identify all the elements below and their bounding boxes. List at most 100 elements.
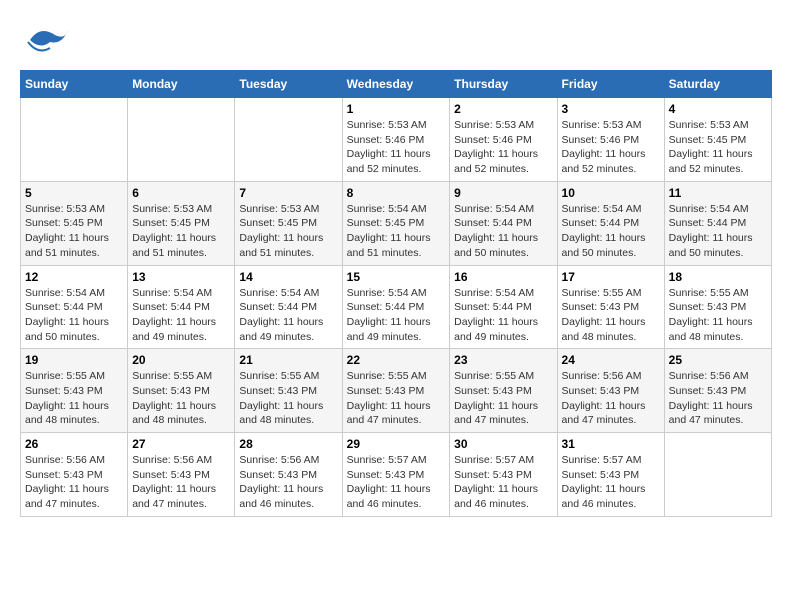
calendar-cell: 26 Sunrise: 5:56 AMSunset: 5:43 PMDayligh… bbox=[21, 433, 128, 517]
calendar-week-4: 19 Sunrise: 5:55 AMSunset: 5:43 PMDayligh… bbox=[21, 349, 772, 433]
day-info: Sunrise: 5:56 AMSunset: 5:43 PMDaylight:… bbox=[132, 453, 230, 512]
day-info: Sunrise: 5:53 AMSunset: 5:46 PMDaylight:… bbox=[454, 118, 552, 177]
day-info: Sunrise: 5:55 AMSunset: 5:43 PMDaylight:… bbox=[454, 369, 552, 428]
calendar-cell: 21 Sunrise: 5:55 AMSunset: 5:43 PMDayligh… bbox=[235, 349, 342, 433]
day-info: Sunrise: 5:55 AMSunset: 5:43 PMDaylight:… bbox=[669, 286, 767, 345]
calendar-cell: 27 Sunrise: 5:56 AMSunset: 5:43 PMDayligh… bbox=[128, 433, 235, 517]
day-info: Sunrise: 5:54 AMSunset: 5:44 PMDaylight:… bbox=[132, 286, 230, 345]
day-number: 22 bbox=[347, 353, 446, 367]
day-info: Sunrise: 5:54 AMSunset: 5:44 PMDaylight:… bbox=[562, 202, 660, 261]
calendar-cell: 15 Sunrise: 5:54 AMSunset: 5:44 PMDayligh… bbox=[342, 265, 450, 349]
day-number: 21 bbox=[239, 353, 337, 367]
day-number: 12 bbox=[25, 270, 123, 284]
calendar-cell: 20 Sunrise: 5:55 AMSunset: 5:43 PMDayligh… bbox=[128, 349, 235, 433]
day-number: 19 bbox=[25, 353, 123, 367]
day-number: 30 bbox=[454, 437, 552, 451]
day-info: Sunrise: 5:53 AMSunset: 5:45 PMDaylight:… bbox=[669, 118, 767, 177]
day-info: Sunrise: 5:54 AMSunset: 5:44 PMDaylight:… bbox=[25, 286, 123, 345]
day-info: Sunrise: 5:56 AMSunset: 5:43 PMDaylight:… bbox=[669, 369, 767, 428]
calendar-cell bbox=[128, 98, 235, 182]
calendar-cell: 30Sunrise: 5:57 AMSunset: 5:43 PMDayligh… bbox=[450, 433, 557, 517]
day-number: 27 bbox=[132, 437, 230, 451]
logo-icon bbox=[20, 20, 70, 60]
calendar-cell: 3Sunrise: 5:53 AMSunset: 5:46 PMDaylight… bbox=[557, 98, 664, 182]
day-header-wednesday: Wednesday bbox=[342, 71, 450, 98]
calendar-cell: 24 Sunrise: 5:56 AMSunset: 5:43 PMDayligh… bbox=[557, 349, 664, 433]
calendar-cell: 4 Sunrise: 5:53 AMSunset: 5:45 PMDaylight… bbox=[664, 98, 771, 182]
day-number: 3 bbox=[562, 102, 660, 116]
day-number: 18 bbox=[669, 270, 767, 284]
calendar-table: SundayMondayTuesdayWednesdayThursdayFrid… bbox=[20, 70, 772, 517]
calendar-cell: 22Sunrise: 5:55 AMSunset: 5:43 PMDayligh… bbox=[342, 349, 450, 433]
day-number: 14 bbox=[239, 270, 337, 284]
calendar-cell: 14 Sunrise: 5:54 AMSunset: 5:44 PMDayligh… bbox=[235, 265, 342, 349]
day-number: 28 bbox=[239, 437, 337, 451]
day-info: Sunrise: 5:55 AMSunset: 5:43 PMDaylight:… bbox=[239, 369, 337, 428]
day-info: Sunrise: 5:53 AMSunset: 5:46 PMDaylight:… bbox=[347, 118, 446, 177]
day-header-saturday: Saturday bbox=[664, 71, 771, 98]
day-info: Sunrise: 5:54 AMSunset: 5:44 PMDaylight:… bbox=[669, 202, 767, 261]
calendar-cell: 31 Sunrise: 5:57 AMSunset: 5:43 PMDayligh… bbox=[557, 433, 664, 517]
logo bbox=[20, 20, 74, 60]
day-number: 25 bbox=[669, 353, 767, 367]
calendar-cell: 18 Sunrise: 5:55 AMSunset: 5:43 PMDayligh… bbox=[664, 265, 771, 349]
day-number: 8 bbox=[347, 186, 446, 200]
day-number: 20 bbox=[132, 353, 230, 367]
day-number: 17 bbox=[562, 270, 660, 284]
day-info: Sunrise: 5:55 AMSunset: 5:43 PMDaylight:… bbox=[562, 286, 660, 345]
calendar-cell: 16 Sunrise: 5:54 AMSunset: 5:44 PMDayligh… bbox=[450, 265, 557, 349]
day-number: 6 bbox=[132, 186, 230, 200]
day-number: 2 bbox=[454, 102, 552, 116]
calendar-week-5: 26 Sunrise: 5:56 AMSunset: 5:43 PMDayligh… bbox=[21, 433, 772, 517]
day-header-monday: Monday bbox=[128, 71, 235, 98]
day-header-friday: Friday bbox=[557, 71, 664, 98]
calendar-cell: 5Sunrise: 5:53 AMSunset: 5:45 PMDaylight… bbox=[21, 181, 128, 265]
page-header bbox=[20, 20, 772, 60]
day-number: 1 bbox=[347, 102, 446, 116]
day-number: 9 bbox=[454, 186, 552, 200]
calendar-cell: 25 Sunrise: 5:56 AMSunset: 5:43 PMDayligh… bbox=[664, 349, 771, 433]
day-number: 7 bbox=[239, 186, 337, 200]
calendar-week-3: 12 Sunrise: 5:54 AMSunset: 5:44 PMDayligh… bbox=[21, 265, 772, 349]
day-header-thursday: Thursday bbox=[450, 71, 557, 98]
day-info: Sunrise: 5:55 AMSunset: 5:43 PMDaylight:… bbox=[25, 369, 123, 428]
day-info: Sunrise: 5:56 AMSunset: 5:43 PMDaylight:… bbox=[25, 453, 123, 512]
day-number: 16 bbox=[454, 270, 552, 284]
calendar-cell: 17 Sunrise: 5:55 AMSunset: 5:43 PMDayligh… bbox=[557, 265, 664, 349]
day-info: Sunrise: 5:57 AMSunset: 5:43 PMDaylight:… bbox=[562, 453, 660, 512]
calendar-cell: 10 Sunrise: 5:54 AMSunset: 5:44 PMDayligh… bbox=[557, 181, 664, 265]
calendar-cell bbox=[21, 98, 128, 182]
day-info: Sunrise: 5:56 AMSunset: 5:43 PMDaylight:… bbox=[239, 453, 337, 512]
day-number: 29 bbox=[347, 437, 446, 451]
calendar-week-2: 5 Sunrise: 5:53 AMSunset: 5:45 PMDaylight… bbox=[21, 181, 772, 265]
calendar-cell: 7 Sunrise: 5:53 AMSunset: 5:45 PMDaylight… bbox=[235, 181, 342, 265]
day-info: Sunrise: 5:54 AMSunset: 5:44 PMDaylight:… bbox=[347, 286, 446, 345]
day-number: 10 bbox=[562, 186, 660, 200]
day-info: Sunrise: 5:54 AMSunset: 5:44 PMDaylight:… bbox=[454, 286, 552, 345]
calendar-cell: 6 Sunrise: 5:53 AMSunset: 5:45 PMDaylight… bbox=[128, 181, 235, 265]
calendar-cell: 28 Sunrise: 5:56 AMSunset: 5:43 PMDayligh… bbox=[235, 433, 342, 517]
day-info: Sunrise: 5:54 AMSunset: 5:44 PMDaylight:… bbox=[454, 202, 552, 261]
day-info: Sunrise: 5:57 AMSunset: 5:43 PMDaylight:… bbox=[347, 453, 446, 512]
day-number: 11 bbox=[669, 186, 767, 200]
day-info: Sunrise: 5:53 AMSunset: 5:45 PMDaylight:… bbox=[132, 202, 230, 261]
day-info: Sunrise: 5:53 AMSunset: 5:45 PMDaylight:… bbox=[239, 202, 337, 261]
calendar-cell: 2 Sunrise: 5:53 AMSunset: 5:46 PMDaylight… bbox=[450, 98, 557, 182]
day-info: Sunrise: 5:55 AMSunset: 5:43 PMDaylight:… bbox=[132, 369, 230, 428]
calendar-cell: 1 Sunrise: 5:53 AMSunset: 5:46 PMDaylight… bbox=[342, 98, 450, 182]
day-info: Sunrise: 5:56 AMSunset: 5:43 PMDaylight:… bbox=[562, 369, 660, 428]
day-info: Sunrise: 5:54 AMSunset: 5:44 PMDaylight:… bbox=[239, 286, 337, 345]
day-number: 31 bbox=[562, 437, 660, 451]
day-number: 4 bbox=[669, 102, 767, 116]
calendar-cell: 9 Sunrise: 5:54 AMSunset: 5:44 PMDaylight… bbox=[450, 181, 557, 265]
calendar-cell: 23Sunrise: 5:55 AMSunset: 5:43 PMDayligh… bbox=[450, 349, 557, 433]
day-header-sunday: Sunday bbox=[21, 71, 128, 98]
calendar-cell: 12 Sunrise: 5:54 AMSunset: 5:44 PMDayligh… bbox=[21, 265, 128, 349]
calendar-cell: 13Sunrise: 5:54 AMSunset: 5:44 PMDayligh… bbox=[128, 265, 235, 349]
day-number: 5 bbox=[25, 186, 123, 200]
day-header-tuesday: Tuesday bbox=[235, 71, 342, 98]
day-number: 15 bbox=[347, 270, 446, 284]
day-number: 24 bbox=[562, 353, 660, 367]
calendar-header-row: SundayMondayTuesdayWednesdayThursdayFrid… bbox=[21, 71, 772, 98]
day-number: 26 bbox=[25, 437, 123, 451]
